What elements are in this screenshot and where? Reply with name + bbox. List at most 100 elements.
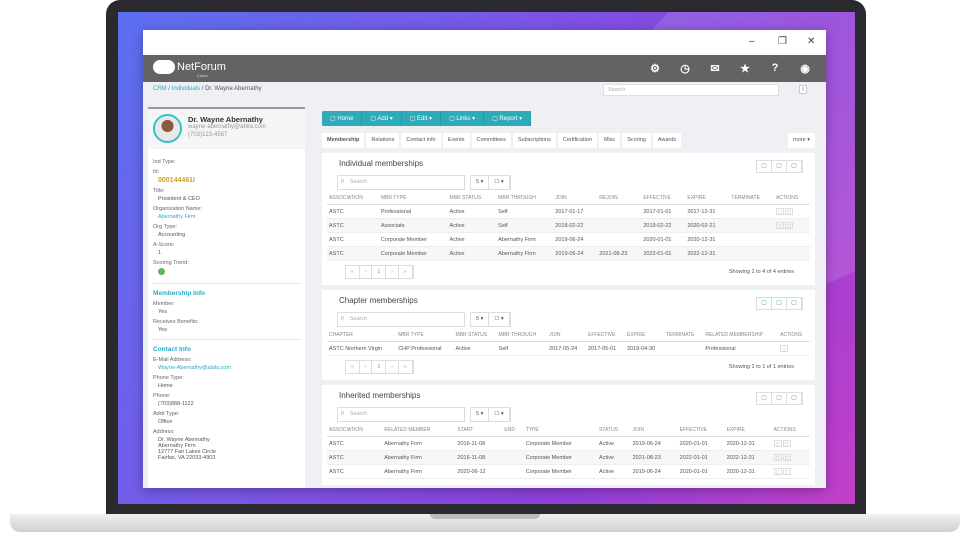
user-icon[interactable]: ◉ — [798, 62, 812, 75]
tab-relations[interactable]: Relations — [366, 133, 400, 148]
clock-icon[interactable]: ◷ — [678, 62, 692, 75]
view-icon[interactable]: ▢ — [773, 454, 782, 461]
column-header[interactable]: EFFECTIVE — [586, 329, 625, 342]
toolbar-edit-button[interactable]: ▢ Edit ▾ — [402, 111, 442, 126]
delete-icon[interactable]: ▢ — [782, 440, 791, 447]
view-icon[interactable]: ▢ — [773, 440, 782, 447]
field-value[interactable]: Abernathy Firm — [158, 214, 300, 220]
table-row[interactable]: ASTC Northern Virgin CHP Professional Acti… — [327, 341, 810, 356]
table-search-input[interactable]: fl Search — [337, 407, 465, 422]
page-size-dropdown[interactable]: 5 ▾ — [471, 176, 490, 189]
tab-membership[interactable]: Membership — [322, 133, 365, 148]
page-button[interactable]: « — [346, 266, 360, 278]
tab-misc[interactable]: Misc — [598, 133, 621, 148]
column-header[interactable]: JOIN — [547, 329, 587, 342]
table-row[interactable]: ASTC Abernathy Firm 2016-11-08 Corporate Me… — [327, 450, 810, 465]
maximize-button[interactable]: ❐ — [778, 36, 787, 47]
help-icon[interactable]: ? — [768, 62, 782, 75]
delete-icon[interactable]: ▢ — [782, 468, 791, 475]
table-search-input[interactable]: fl Search — [337, 175, 465, 190]
tab-awards[interactable]: Awards — [652, 133, 682, 148]
table-row[interactable]: ASTC Corporate Member Active Abernathy Firm… — [327, 246, 810, 261]
column-header[interactable]: JOIN — [553, 192, 598, 205]
mail-icon[interactable]: ✉ — [708, 62, 722, 75]
column-header[interactable]: MBR STATUS — [447, 192, 497, 205]
table-row[interactable]: ASTC Abernathy Firm 2016-11-08 Corporate Me… — [327, 436, 810, 451]
column-header[interactable]: MBR THROUGH — [496, 192, 554, 205]
settings-icon[interactable]: ▢ — [787, 393, 802, 404]
column-header[interactable]: ACTIONS — [778, 329, 810, 342]
table-row[interactable]: ASTC Professional Active Self 2017-01-17 2017… — [327, 204, 810, 219]
page-button[interactable]: ‹ — [360, 361, 373, 373]
page-button[interactable]: » — [399, 266, 413, 278]
table-row[interactable]: ASTC Associate Active Self 2018-02-22 2019-02… — [327, 218, 810, 233]
tab-committees[interactable]: Committees — [471, 133, 511, 148]
tab-events[interactable]: Events — [442, 133, 470, 148]
delete-icon[interactable]: ▢ — [782, 454, 791, 461]
export-icon[interactable]: ▢ — [757, 393, 772, 404]
edit-icon[interactable]: ▢ — [780, 345, 789, 352]
toolbar-add-button[interactable]: ▢ Add ▾ — [362, 111, 402, 126]
toolbar-report-button[interactable]: ▢ Report ▾ — [484, 111, 532, 126]
column-header[interactable]: START — [455, 424, 503, 437]
column-header[interactable]: ASSOCIATION — [327, 192, 379, 205]
page-size-dropdown[interactable]: 5 ▾ — [471, 408, 490, 421]
search-options-button[interactable]: ▯ — [799, 85, 807, 94]
tab-contact-info[interactable]: Contact info — [401, 133, 441, 148]
delete-icon[interactable]: ▢ — [784, 222, 793, 229]
column-header[interactable]: ASSOCIATION — [327, 424, 383, 437]
close-button[interactable]: ✕ — [807, 36, 815, 47]
column-header[interactable]: STATUS — [597, 424, 631, 437]
global-search-input[interactable]: Search — [603, 84, 779, 96]
columns-dropdown[interactable]: ☐ ▾ — [489, 313, 510, 326]
column-header[interactable]: RELATED MEMBER — [382, 424, 456, 437]
page-button[interactable]: › — [386, 361, 399, 373]
view-icon[interactable]: ▢ — [773, 468, 782, 475]
export-icon[interactable]: ▢ — [757, 161, 772, 172]
page-button[interactable]: › — [386, 266, 399, 278]
column-header[interactable]: RELATED MEMBERSHIP — [703, 329, 779, 342]
edit-icon[interactable]: ▢ — [775, 208, 784, 215]
star-icon[interactable]: ★ — [738, 62, 752, 75]
table-row[interactable]: ASTC Abernathy Firm 2020-06-12 Corporate Me… — [327, 464, 810, 479]
settings-icon[interactable]: ▢ — [787, 298, 802, 309]
netforum-logo[interactable]: NetForum Cloud — [153, 60, 226, 78]
page-button[interactable]: 1 — [372, 266, 387, 278]
toolbar-links-button[interactable]: ▢ Links ▾ — [441, 111, 485, 126]
column-header[interactable]: EXPIRE — [624, 329, 664, 342]
column-header[interactable]: EFFECTIVE — [677, 424, 725, 437]
field-value[interactable]: Wayne-Abernathy@abila.com — [158, 365, 300, 371]
column-header[interactable]: TERMINATE — [663, 329, 704, 342]
column-header[interactable]: CHAPTER — [327, 329, 397, 342]
tab-certification[interactable]: Certification — [557, 133, 597, 148]
column-header[interactable]: ACTIONS — [773, 192, 810, 205]
tab-scoring[interactable]: Scoring — [622, 133, 651, 148]
export-icon[interactable]: ▢ — [757, 298, 772, 309]
delete-icon[interactable]: ▢ — [784, 208, 793, 215]
column-header[interactable]: JOIN — [630, 424, 678, 437]
columns-dropdown[interactable]: ☐ ▾ — [489, 408, 510, 421]
tab-more[interactable]: more ▾ — [788, 133, 815, 148]
column-header[interactable]: EFFECTIVE — [641, 192, 686, 205]
columns-dropdown[interactable]: ☐ ▾ — [489, 176, 510, 189]
print-icon[interactable]: ▢ — [772, 298, 787, 309]
profile-email[interactable]: wayne-abernathy@abila.com — [188, 124, 266, 130]
tab-subscriptions[interactable]: Subscriptions — [512, 133, 556, 148]
column-header[interactable]: MBR TYPE — [396, 329, 454, 342]
column-header[interactable]: MBR THROUGH — [496, 329, 548, 342]
page-button[interactable]: 1 — [372, 361, 387, 373]
page-button[interactable]: « — [346, 361, 360, 373]
print-icon[interactable]: ▢ — [772, 161, 787, 172]
gear-icon[interactable]: ⚙ — [648, 62, 662, 75]
breadcrumb-crm[interactable]: CRM — [153, 86, 167, 92]
edit-icon[interactable]: ▢ — [775, 222, 784, 229]
page-button[interactable]: ‹ — [360, 266, 373, 278]
settings-icon[interactable]: ▢ — [787, 161, 802, 172]
column-header[interactable]: EXPIRE — [724, 424, 772, 437]
column-header[interactable]: EXPIRE — [685, 192, 730, 205]
toolbar-home-button[interactable]: ▢ Home — [322, 111, 363, 126]
table-search-input[interactable]: fl Search — [337, 312, 465, 327]
column-header[interactable]: MBR TYPE — [378, 192, 448, 205]
column-header[interactable]: ACTIONS — [771, 424, 810, 437]
column-header[interactable]: END — [502, 424, 524, 437]
